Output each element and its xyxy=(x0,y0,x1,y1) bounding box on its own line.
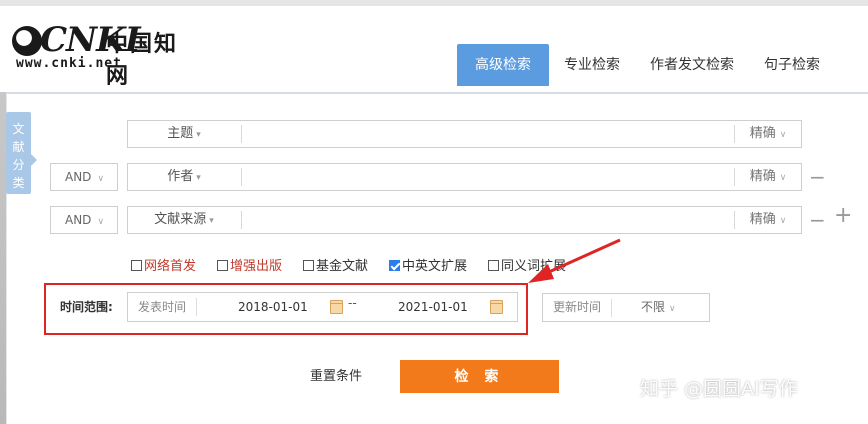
logic-label: AND xyxy=(65,213,92,227)
header: CNKI 中国知网 www.cnki.net 高级检索 专业检索 作者发文检索 … xyxy=(0,6,868,92)
field-select-subject[interactable]: 主题 ▾ xyxy=(128,121,240,147)
chevron-down-icon: ∨ xyxy=(97,217,105,227)
chevron-down-icon: ∨ xyxy=(779,130,787,140)
field-label: 主题 xyxy=(167,126,194,141)
logic-select-2[interactable]: AND ∨ xyxy=(50,163,118,191)
calendar-icon[interactable] xyxy=(490,300,503,314)
checkbox-enhanced-publish[interactable]: 增强出版 xyxy=(217,258,282,276)
checkbox-fund-literature[interactable]: 基金文献 xyxy=(303,258,368,276)
logo-url: www.cnki.net xyxy=(16,56,122,71)
caret-down-icon: ▾ xyxy=(209,216,214,226)
match-mode-label: 精确 xyxy=(749,169,776,184)
tab-advanced-search[interactable]: 高级检索 xyxy=(457,44,549,86)
caret-down-icon: ▾ xyxy=(196,173,201,183)
add-row-button[interactable]: + xyxy=(834,205,852,227)
checkbox-box[interactable] xyxy=(488,260,499,271)
reset-conditions-button[interactable]: 重置条件 xyxy=(310,369,362,385)
divider xyxy=(241,125,242,143)
checkbox-label: 网络首发 xyxy=(144,259,197,274)
chevron-right-icon[interactable] xyxy=(31,154,37,166)
divider xyxy=(196,298,197,316)
chevron-down-icon: ∨ xyxy=(779,173,787,183)
time-range-label: 时间范围: xyxy=(60,300,113,314)
literature-category-tab[interactable]: 文 献 分 类 xyxy=(6,112,31,194)
checkbox-label: 中英文扩展 xyxy=(402,259,468,274)
checkbox-cn-en-expand[interactable]: 中英文扩展 xyxy=(389,258,467,276)
checkbox-online-first[interactable]: 网络首发 xyxy=(131,258,196,276)
search-button[interactable]: 检 索 xyxy=(400,360,559,393)
date-to-input[interactable]: 2021-01-01 xyxy=(398,293,468,321)
field-label: 作者 xyxy=(167,169,194,184)
tab-professional-search[interactable]: 专业检索 xyxy=(549,44,635,86)
checkbox-label: 基金文献 xyxy=(316,259,369,274)
checkbox-box[interactable] xyxy=(303,260,314,271)
side-tab-char: 类 xyxy=(12,176,25,190)
checkbox-label: 同义词扩展 xyxy=(501,259,567,274)
tab-sentence-search[interactable]: 句子检索 xyxy=(749,44,835,86)
search-tabs: 高级检索 专业检索 作者发文检索 句子检索 xyxy=(457,44,835,86)
field-select-source[interactable]: 文献来源 ▾ xyxy=(128,207,240,233)
date-range-dash: -- xyxy=(348,296,357,310)
update-time-select[interactable]: 不限 ∨ xyxy=(641,294,676,323)
match-mode-label: 精确 xyxy=(749,126,776,141)
match-mode-label: 精确 xyxy=(749,212,776,227)
checkbox-label: 增强出版 xyxy=(230,259,283,274)
field-select-author[interactable]: 作者 ▾ xyxy=(128,164,240,190)
chevron-down-icon: ∨ xyxy=(779,216,787,226)
globe-icon xyxy=(12,26,42,56)
checkbox-box[interactable] xyxy=(131,260,142,271)
date-from-input[interactable]: 2018-01-01 xyxy=(238,293,308,321)
search-row-subject: 主题 ▾ 精确 ∨ xyxy=(127,120,802,148)
logic-select-3[interactable]: AND ∨ xyxy=(50,206,118,234)
checkbox-box[interactable] xyxy=(217,260,228,271)
side-tab-char: 文 xyxy=(12,122,25,136)
caret-down-icon: ▾ xyxy=(196,130,201,140)
chevron-down-icon: ∨ xyxy=(97,174,105,184)
calendar-icon[interactable] xyxy=(330,300,343,314)
match-mode-select[interactable]: 精确 ∨ xyxy=(735,121,801,147)
divider xyxy=(241,168,242,186)
match-mode-select[interactable]: 精确 ∨ xyxy=(735,164,801,190)
divider xyxy=(241,211,242,229)
time-range-field: 发表时间 2018-01-01 -- 2021-01-01 xyxy=(127,292,518,322)
checkbox-box-checked[interactable] xyxy=(389,260,400,271)
match-mode-select[interactable]: 精确 ∨ xyxy=(735,207,801,233)
search-row-author: 作者 ▾ 精确 ∨ xyxy=(127,163,802,191)
time-type-select[interactable]: 发表时间 xyxy=(138,293,186,321)
update-time-value: 不限 xyxy=(641,300,666,314)
field-label: 文献来源 xyxy=(154,212,207,227)
side-tab-char: 分 xyxy=(12,158,25,172)
update-time-field: 更新时间 不限 ∨ xyxy=(542,293,710,322)
logic-label: AND xyxy=(65,170,92,184)
tab-author-search[interactable]: 作者发文检索 xyxy=(635,44,749,86)
watermark: 知乎 @圆圆AI写作 xyxy=(640,378,798,400)
cnki-logo[interactable]: CNKI 中国知网 www.cnki.net xyxy=(10,20,190,89)
checkbox-synonym-expand[interactable]: 同义词扩展 xyxy=(488,258,566,276)
remove-row-button[interactable]: − xyxy=(809,167,826,187)
search-row-source: 文献来源 ▾ 精确 ∨ xyxy=(127,206,802,234)
divider xyxy=(611,299,612,317)
update-time-label: 更新时间 xyxy=(553,300,602,314)
side-tab-char: 献 xyxy=(12,140,25,154)
remove-row-button[interactable]: − xyxy=(809,210,826,230)
chevron-down-icon: ∨ xyxy=(669,304,676,314)
